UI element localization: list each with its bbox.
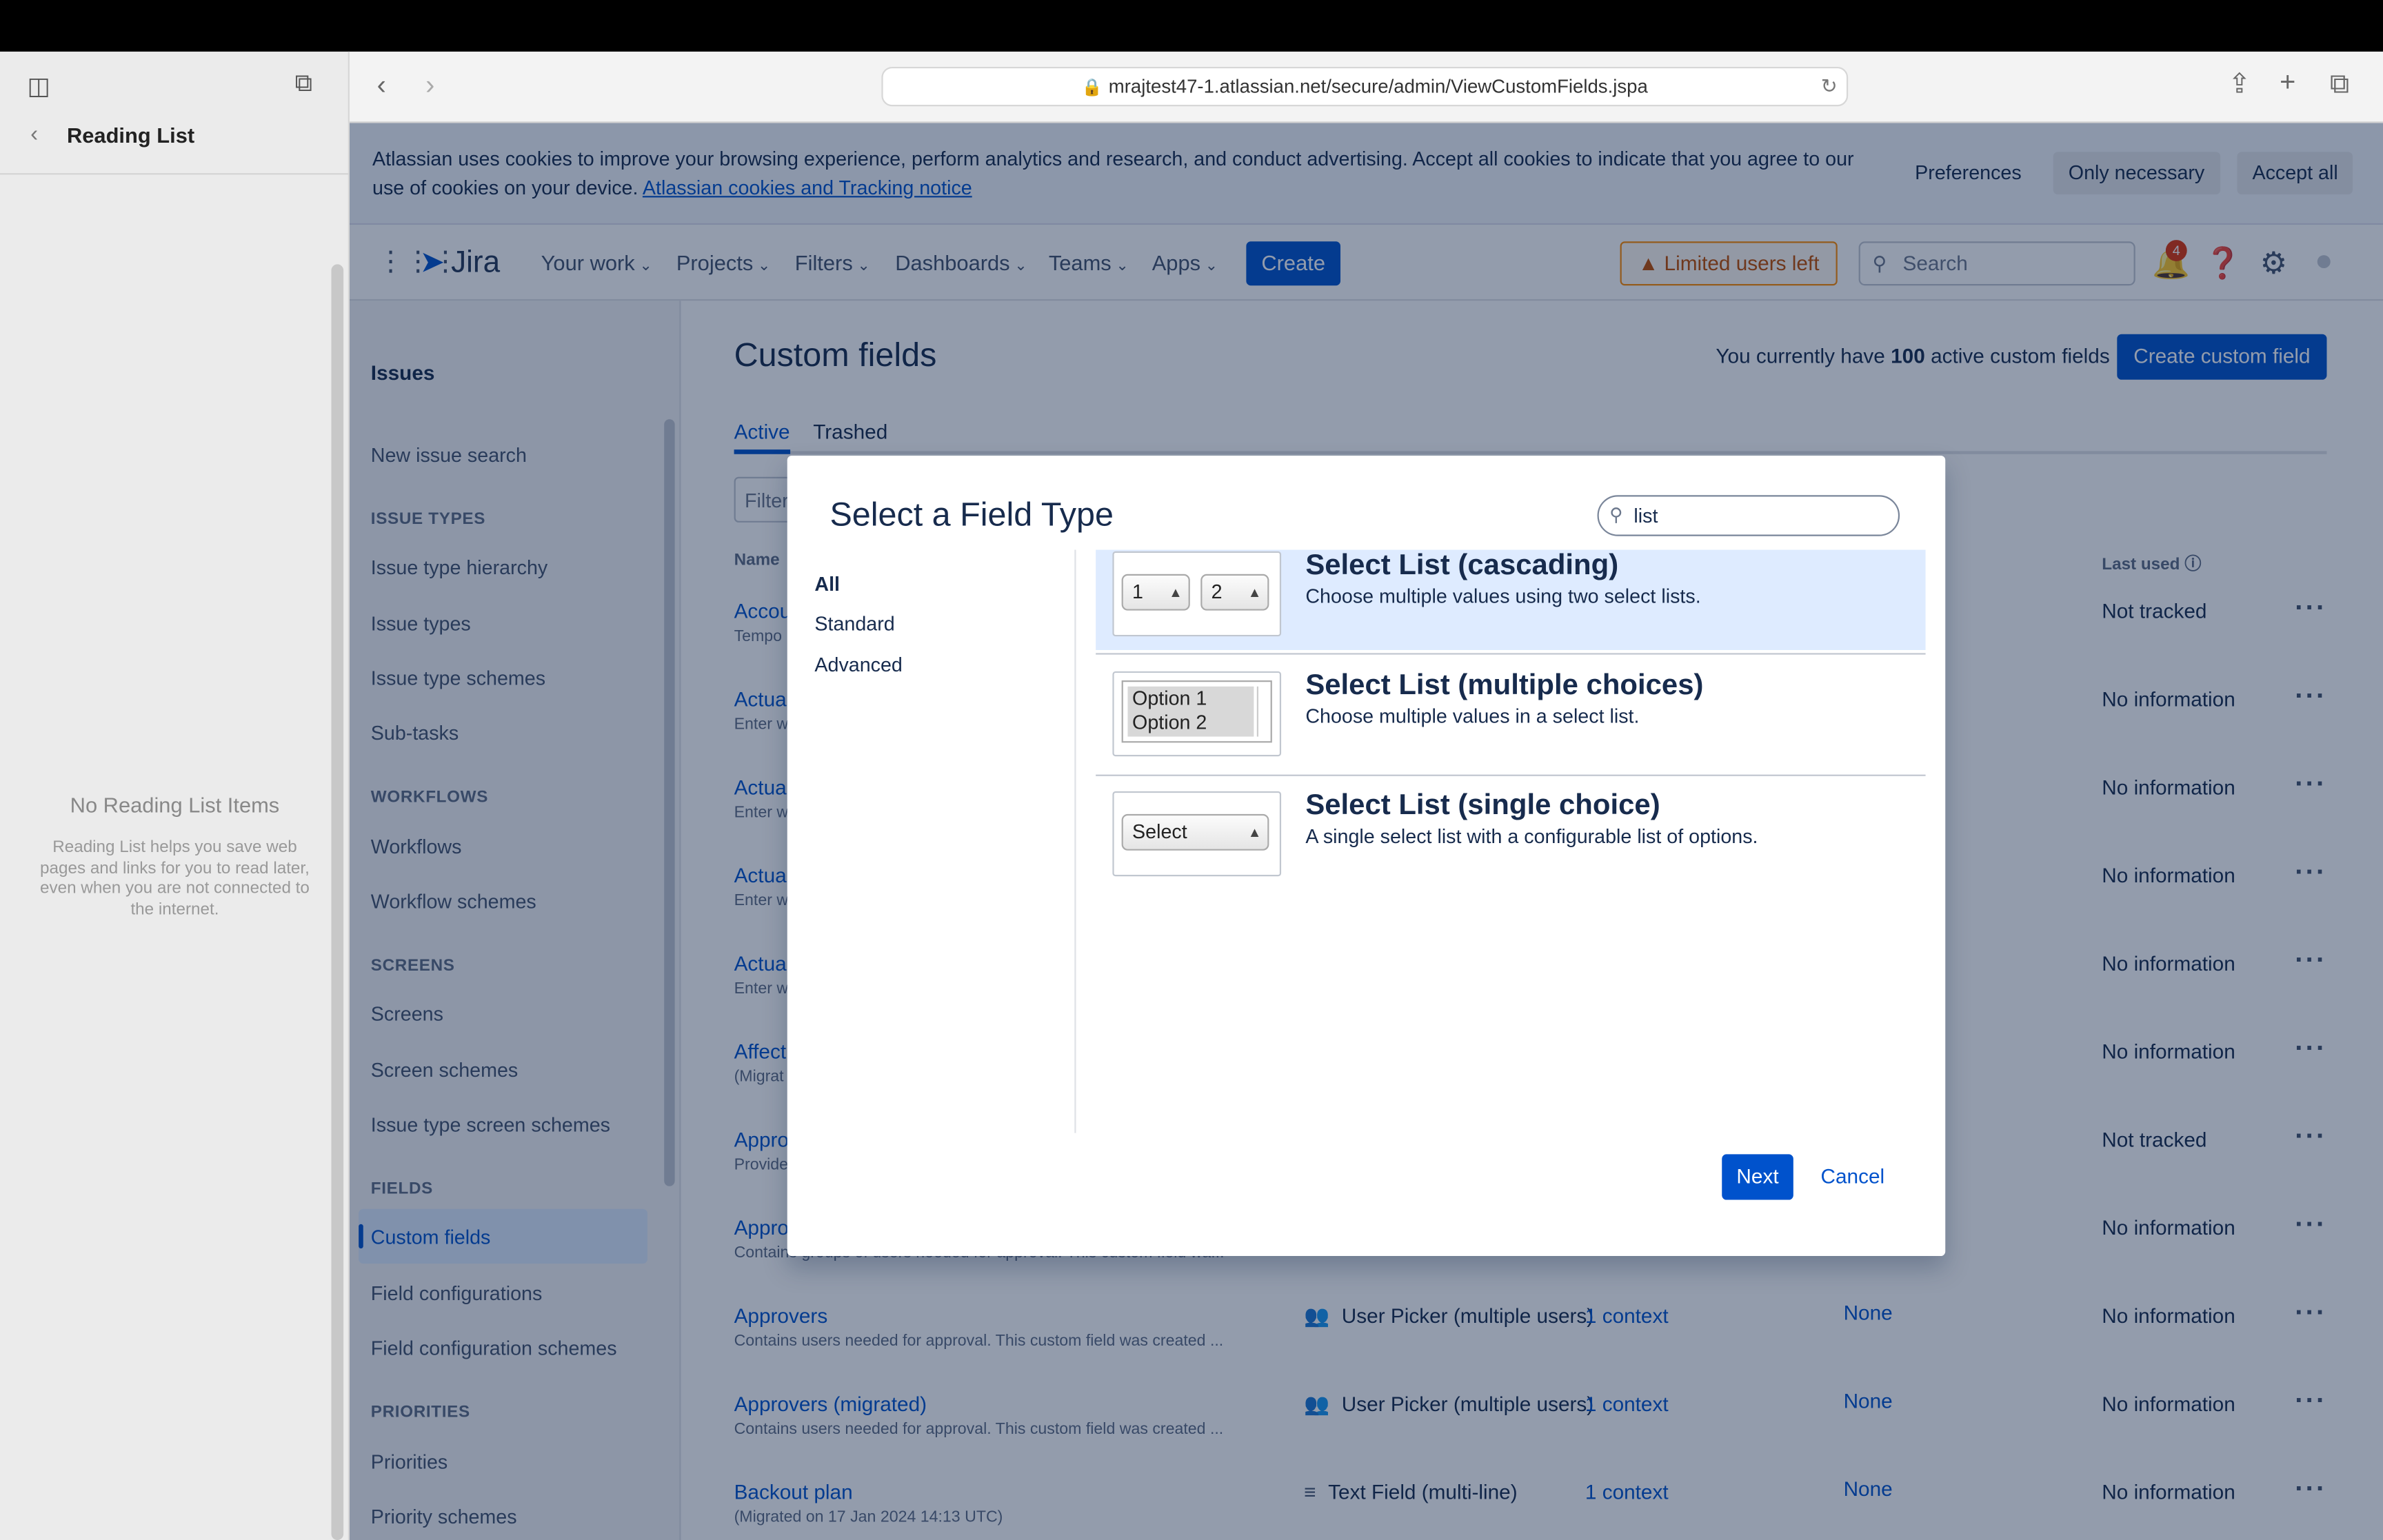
new-tab-group-icon[interactable]: ⧉ [295,72,312,99]
browser-toolbar: ‹ › 🔒 mrajtest47-1.atlassian.net/secure/a… [349,51,2383,123]
updown-arrow-icon: ▲ [1247,585,1262,600]
screen: ◫ ⧉ ‹ Reading List No Reading List Items… [0,0,2383,1540]
share-icon[interactable]: ⇪ [2228,68,2251,100]
reading-list-empty-title: No Reading List Items [70,793,280,818]
tab-overview-icon[interactable]: ⧉ [2330,68,2349,100]
search-icon: ⚲ [1609,504,1623,526]
divider [0,173,350,175]
search-value: list [1633,504,1658,527]
sidebar-scrollbar[interactable] [331,264,344,1540]
single-select-preview: Select ▲ [1112,791,1282,877]
option-separator [1096,774,1926,776]
back-chevron-icon[interactable]: ‹ [30,121,38,147]
cancel-button[interactable]: Cancel [1821,1165,1885,1188]
sidebar-toggle-icon[interactable]: ◫ [28,72,50,102]
preview-value: 1 [1132,580,1143,603]
field-type-search-input[interactable]: ⚲ list [1597,495,1900,536]
updown-arrow-icon: ▲ [1247,824,1262,840]
field-type-description: Choose multiple values in a select list. [1305,705,1640,728]
reading-list-sidebar: ◫ ⧉ ‹ Reading List No Reading List Items… [0,51,350,1540]
back-icon[interactable]: ‹ [377,70,386,101]
multi-select-preview: Option 1 Option 2 [1112,671,1282,757]
dialog-divider [1074,549,1076,1133]
field-type-name: Select List (cascading) [1305,549,1619,582]
field-type-name: Select List (single choice) [1305,789,1660,822]
preview-select: 1 ▲ [1121,574,1190,611]
preview-listbox: Option 1 Option 2 [1121,680,1272,743]
field-type-option-single[interactable]: Select ▲ Select List (single choice) A si… [1096,790,1925,890]
preview-selected-options: Option 1 Option 2 [1127,686,1254,737]
new-tab-icon[interactable]: + [2280,67,2295,99]
preview-value: 2 [1211,580,1223,603]
address-bar[interactable]: 🔒 mrajtest47-1.atlassian.net/secure/admin… [881,66,1849,107]
preview-scrollbar [1256,686,1267,737]
preview-option: Option 2 [1132,709,1207,733]
field-type-description: A single select list with a configurable… [1305,824,1758,848]
category-all[interactable]: All [814,573,840,596]
url-text: mrajtest47-1.atlassian.net/secure/admin/… [1108,76,1648,98]
preview-option: Option 1 [1132,686,1207,709]
lock-icon: 🔒 [1081,79,1103,98]
select-field-type-dialog: Select a Field Type ⚲ list All Standard A… [787,455,1946,1257]
reading-list-empty-text: Reading List helps you save web pages an… [39,838,310,918]
field-type-option-cascading[interactable]: 1 ▲ 2 ▲ Select List (cascading) Choose mul… [1096,549,1926,650]
dialog-title: Select a Field Type [829,495,1114,534]
field-type-name: Select List (multiple choices) [1305,669,1704,702]
cascading-select-preview: 1 ▲ 2 ▲ [1112,551,1282,637]
category-advanced[interactable]: Advanced [814,653,902,676]
field-type-description: Choose multiple values using two select … [1305,585,1701,608]
preview-select: 2 ▲ [1200,574,1269,611]
field-type-option-multiple[interactable]: Option 1 Option 2 Select List (multiple c… [1096,670,1925,770]
reading-list-title: Reading List [66,123,195,148]
preview-select: Select ▲ [1121,813,1269,851]
preview-value: Select [1132,820,1187,843]
forward-icon[interactable]: › [425,70,434,101]
updown-arrow-icon: ▲ [1169,585,1183,600]
next-button[interactable]: Next [1722,1154,1793,1200]
category-standard[interactable]: Standard [814,612,894,635]
reload-icon[interactable]: ↻ [1821,68,1838,105]
system-top-bar [0,0,2383,52]
option-separator [1096,653,1926,655]
